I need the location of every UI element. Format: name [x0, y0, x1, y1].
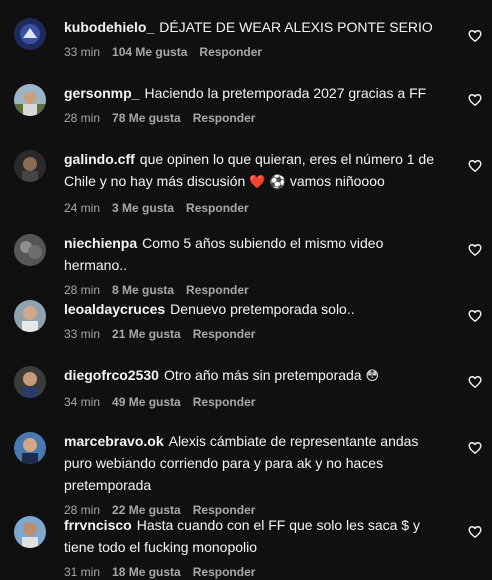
comment-meta: 24 min 3 Me gusta Responder — [64, 200, 448, 216]
comment-username[interactable]: galindo.cff — [64, 151, 135, 167]
comment-time: 34 min — [64, 395, 101, 409]
comment-item: niechienpa Como 5 años subiendo el mismo … — [0, 226, 492, 297]
comment-item: frrvncisco Hasta cuando con el FF que sol… — [0, 508, 492, 580]
avatar[interactable] — [14, 150, 46, 182]
heart-outline-icon[interactable] — [468, 441, 482, 455]
comment-item: diegofrco2530 Otro año más sin pretempora… — [0, 358, 492, 424]
avatar[interactable] — [14, 516, 46, 548]
comment-text: frrvncisco Hasta cuando con el FF que sol… — [64, 514, 448, 558]
comment-item: leoaldaycruces Denuevo pretemporada solo.… — [0, 292, 492, 358]
comment-likes[interactable]: 104 Me gusta — [112, 45, 187, 59]
comment-text: gersonmp_ Haciendo la pretemporada 2027 g… — [64, 82, 448, 104]
comment-time: 33 min — [64, 327, 101, 341]
avatar[interactable] — [14, 300, 46, 332]
heart-outline-icon[interactable] — [468, 375, 482, 389]
avatar[interactable] — [14, 84, 46, 116]
comment-username[interactable]: leoaldaycruces — [64, 301, 165, 317]
comment-emoji: 😳 — [365, 369, 380, 384]
comment-time: 28 min — [64, 111, 101, 125]
comment-username[interactable]: frrvncisco — [64, 517, 132, 533]
heart-outline-icon[interactable] — [468, 243, 482, 257]
comment-username[interactable]: niechienpa — [64, 235, 137, 251]
comment-likes[interactable]: 49 Me gusta — [112, 395, 181, 409]
reply-button[interactable]: Responder — [193, 327, 256, 341]
comment-meta: 31 min 18 Me gusta Responder — [64, 564, 448, 580]
comment-body: Otro año más sin pretemporada — [163, 367, 362, 383]
reply-button[interactable]: Responder — [193, 111, 256, 125]
comment-time: 24 min — [64, 201, 101, 215]
comment-item: kubodehielo_ DÉJATE DE WEAR ALEXIS PONTE … — [0, 10, 492, 76]
comment-text: diegofrco2530 Otro año más sin pretempora… — [64, 364, 448, 388]
comment-time: 33 min — [64, 45, 101, 59]
comment-text: kubodehielo_ DÉJATE DE WEAR ALEXIS PONTE … — [64, 16, 448, 38]
comment-body: Haciendo la pretemporada 2027 gracias a … — [144, 85, 427, 101]
comment-item: marcebravo.ok Alexis cámbiate de represen… — [0, 424, 492, 517]
heart-outline-icon[interactable] — [468, 525, 482, 539]
comment-username[interactable]: kubodehielo_ — [64, 19, 154, 35]
comment-item: galindo.cff que opinen lo que quieran, er… — [0, 142, 492, 230]
avatar[interactable] — [14, 18, 46, 50]
comment-emoji: ❤️ ⚽ — [249, 175, 290, 190]
heart-outline-icon[interactable] — [468, 93, 482, 107]
comment-body-continued: vamos niñoooo — [289, 173, 385, 189]
comment-username[interactable]: diegofrco2530 — [64, 367, 159, 383]
comment-text: niechienpa Como 5 años subiendo el mismo … — [64, 232, 448, 276]
comment-meta: 33 min 21 Me gusta Responder — [64, 326, 448, 342]
reply-button[interactable]: Responder — [186, 201, 249, 215]
avatar[interactable] — [14, 432, 46, 464]
avatar[interactable] — [14, 366, 46, 398]
heart-outline-icon[interactable] — [468, 309, 482, 323]
reply-button[interactable]: Responder — [193, 395, 256, 409]
heart-outline-icon[interactable] — [468, 29, 482, 43]
comment-username[interactable]: gersonmp_ — [64, 85, 139, 101]
comment-likes[interactable]: 21 Me gusta — [112, 327, 181, 341]
comment-likes[interactable]: 3 Me gusta — [112, 201, 174, 215]
comment-text: leoaldaycruces Denuevo pretemporada solo.… — [64, 298, 448, 320]
comment-text: marcebravo.ok Alexis cámbiate de represen… — [64, 430, 448, 496]
comment-text: galindo.cff que opinen lo que quieran, er… — [64, 148, 448, 194]
comment-body: Denuevo pretemporada solo.. — [170, 301, 355, 317]
comment-meta: 34 min 49 Me gusta Responder — [64, 394, 448, 410]
comment-meta: 28 min 78 Me gusta Responder — [64, 110, 448, 126]
comment-body: DÉJATE DE WEAR ALEXIS PONTE SERIO — [159, 19, 433, 35]
heart-outline-icon[interactable] — [468, 159, 482, 173]
comment-username[interactable]: marcebravo.ok — [64, 433, 164, 449]
reply-button[interactable]: Responder — [199, 45, 262, 59]
avatar[interactable] — [14, 234, 46, 266]
comment-meta: 33 min 104 Me gusta Responder — [64, 44, 448, 60]
comment-item: gersonmp_ Haciendo la pretemporada 2027 g… — [0, 76, 492, 142]
comment-likes[interactable]: 78 Me gusta — [112, 111, 181, 125]
